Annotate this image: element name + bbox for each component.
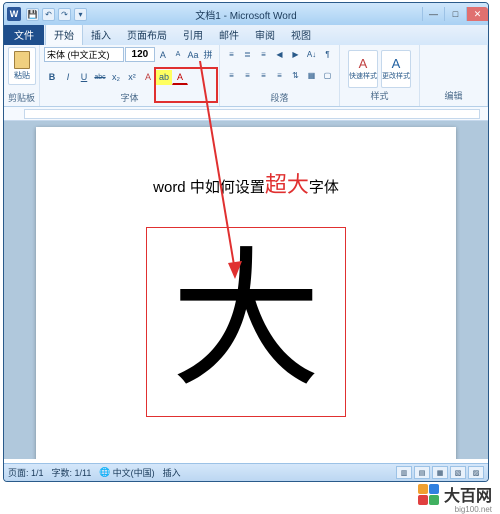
group-clipboard: 粘贴 剪贴板 bbox=[4, 45, 40, 106]
tab-insert[interactable]: 插入 bbox=[83, 24, 119, 45]
paste-button[interactable]: 粘贴 bbox=[8, 47, 36, 85]
watermark-logo: 大百网 bbox=[418, 482, 492, 506]
group-editing: 编辑 bbox=[420, 45, 488, 106]
web-view-button[interactable]: ▦ bbox=[432, 466, 448, 479]
group-paragraph: ≡ ≣ ≡ ◀ ▶ A↓ ¶ ≡ ≡ ≡ ≡ ⇅ ▦ ▢ 段落 bbox=[220, 45, 340, 106]
decrease-indent-button[interactable]: ◀ bbox=[272, 47, 287, 61]
watermark-url: big100.net bbox=[455, 505, 492, 514]
file-tab[interactable]: 文件 bbox=[4, 24, 44, 45]
draft-view-button[interactable]: ▨ bbox=[468, 466, 484, 479]
title-bar: W 💾 ↶ ↷ ▾ 文档1 - Microsoft Word — □ ✕ bbox=[4, 3, 488, 25]
borders-button[interactable]: ▢ bbox=[320, 69, 335, 83]
view-controls: ▥ ▤ ▦ ▧ ▨ bbox=[396, 466, 484, 479]
shrink-font-icon[interactable]: A bbox=[171, 47, 185, 62]
change-styles-label: 更改样式 bbox=[382, 71, 410, 81]
watermark-icon bbox=[418, 483, 440, 505]
tab-home[interactable]: 开始 bbox=[45, 23, 83, 45]
tab-layout[interactable]: 页面布局 bbox=[119, 24, 175, 45]
align-right-button[interactable]: ≡ bbox=[256, 69, 271, 83]
save-icon[interactable]: 💾 bbox=[26, 8, 39, 21]
increase-indent-button[interactable]: ▶ bbox=[288, 47, 303, 61]
shading-button[interactable]: ▦ bbox=[304, 69, 319, 83]
multilevel-button[interactable]: ≡ bbox=[256, 47, 271, 61]
redo-icon[interactable]: ↷ bbox=[58, 8, 71, 21]
align-left-button[interactable]: ≡ bbox=[224, 69, 239, 83]
align-center-button[interactable]: ≡ bbox=[240, 69, 255, 83]
change-styles-button[interactable]: A 更改样式 bbox=[381, 50, 411, 88]
grow-font-icon[interactable]: A bbox=[156, 47, 170, 62]
ruler-track bbox=[24, 109, 480, 119]
show-marks-button[interactable]: ¶ bbox=[320, 47, 335, 61]
window-title: 文档1 - Microsoft Word bbox=[195, 7, 297, 22]
phonetic-guide-icon[interactable]: 拼 bbox=[201, 47, 215, 62]
styles-icon: A bbox=[359, 56, 368, 71]
font-color-button[interactable]: A bbox=[172, 70, 188, 85]
bold-button[interactable]: B bbox=[44, 70, 60, 85]
tab-view[interactable]: 视图 bbox=[283, 24, 319, 45]
strikethrough-button[interactable]: abc bbox=[92, 70, 108, 85]
paste-label: 粘贴 bbox=[14, 70, 30, 81]
change-styles-icon: A bbox=[392, 56, 401, 71]
minimize-button[interactable]: — bbox=[422, 7, 444, 21]
word-app-icon: W bbox=[7, 7, 21, 21]
print-layout-view-button[interactable]: ▥ bbox=[396, 466, 412, 479]
text-effect-button[interactable]: A bbox=[140, 70, 156, 85]
text-prefix: word 中如何设置 bbox=[153, 179, 265, 196]
highlight-button[interactable]: ab bbox=[156, 70, 172, 85]
quick-access-toolbar: 💾 ↶ ↷ ▾ bbox=[26, 8, 87, 21]
watermark-text: 大百网 bbox=[444, 482, 492, 506]
window-controls: — □ ✕ bbox=[422, 7, 488, 21]
clipboard-group-label: 剪贴板 bbox=[8, 91, 35, 104]
tab-references[interactable]: 引用 bbox=[175, 24, 211, 45]
page[interactable]: word 中如何设置超大字体 大 bbox=[36, 127, 456, 459]
change-case-icon[interactable]: Aa bbox=[186, 47, 200, 62]
clipboard-icon bbox=[14, 51, 30, 69]
tab-mailings[interactable]: 邮件 bbox=[211, 24, 247, 45]
status-word-count[interactable]: 字数: 1/11 bbox=[52, 466, 92, 479]
font-group-label: 字体 bbox=[44, 91, 215, 104]
subscript-button[interactable]: x₂ bbox=[108, 70, 124, 85]
styles-group-label: 样式 bbox=[370, 89, 388, 102]
paragraph-group-label: 段落 bbox=[224, 91, 335, 104]
annotation-result-box: 大 bbox=[146, 227, 346, 417]
numbering-button[interactable]: ≣ bbox=[240, 47, 255, 61]
qat-more-icon[interactable]: ▾ bbox=[74, 8, 87, 21]
text-red-emphasis: 超大 bbox=[265, 172, 309, 197]
document-text-line[interactable]: word 中如何设置超大字体 bbox=[66, 167, 426, 199]
big-character[interactable]: 大 bbox=[171, 247, 321, 397]
document-area[interactable]: word 中如何设置超大字体 大 bbox=[4, 121, 488, 459]
outline-view-button[interactable]: ▧ bbox=[450, 466, 466, 479]
sort-button[interactable]: A↓ bbox=[304, 47, 319, 61]
horizontal-ruler[interactable] bbox=[4, 107, 488, 121]
status-bar: 页面: 1/1 字数: 1/11 🌐 中文(中国) 插入 ▥ ▤ ▦ ▧ ▨ bbox=[4, 463, 488, 481]
italic-button[interactable]: I bbox=[60, 70, 76, 85]
font-size-input[interactable]: 120 bbox=[125, 47, 155, 62]
underline-button[interactable]: U bbox=[76, 70, 92, 85]
undo-icon[interactable]: ↶ bbox=[42, 8, 55, 21]
status-insert-mode[interactable]: 插入 bbox=[163, 466, 181, 479]
close-button[interactable]: ✕ bbox=[466, 7, 488, 21]
editing-group-label: 编辑 bbox=[422, 89, 485, 102]
justify-button[interactable]: ≡ bbox=[272, 69, 287, 83]
app-window: W 💾 ↶ ↷ ▾ 文档1 - Microsoft Word — □ ✕ 文件 … bbox=[3, 2, 489, 482]
status-page[interactable]: 页面: 1/1 bbox=[8, 466, 44, 479]
quick-styles-label: 快速样式 bbox=[349, 71, 377, 81]
bullets-button[interactable]: ≡ bbox=[224, 47, 239, 61]
ribbon: 粘贴 剪贴板 宋体 (中文正文) 120 A A Aa 拼 B I U abc … bbox=[4, 45, 488, 107]
text-suffix: 字体 bbox=[309, 179, 339, 196]
quick-styles-button[interactable]: A 快速样式 bbox=[348, 50, 378, 88]
group-styles: A 快速样式 A 更改样式 样式 bbox=[340, 45, 420, 106]
fullscreen-view-button[interactable]: ▤ bbox=[414, 466, 430, 479]
status-language[interactable]: 🌐 中文(中国) bbox=[99, 466, 154, 479]
font-name-selector[interactable]: 宋体 (中文正文) bbox=[44, 47, 124, 62]
ribbon-tabs: 文件 开始 插入 页面布局 引用 邮件 审阅 视图 bbox=[4, 25, 488, 45]
tab-review[interactable]: 审阅 bbox=[247, 24, 283, 45]
group-font: 宋体 (中文正文) 120 A A Aa 拼 B I U abc x₂ x² A… bbox=[40, 45, 220, 106]
line-spacing-button[interactable]: ⇅ bbox=[288, 69, 303, 83]
maximize-button[interactable]: □ bbox=[444, 7, 466, 21]
superscript-button[interactable]: x² bbox=[124, 70, 140, 85]
